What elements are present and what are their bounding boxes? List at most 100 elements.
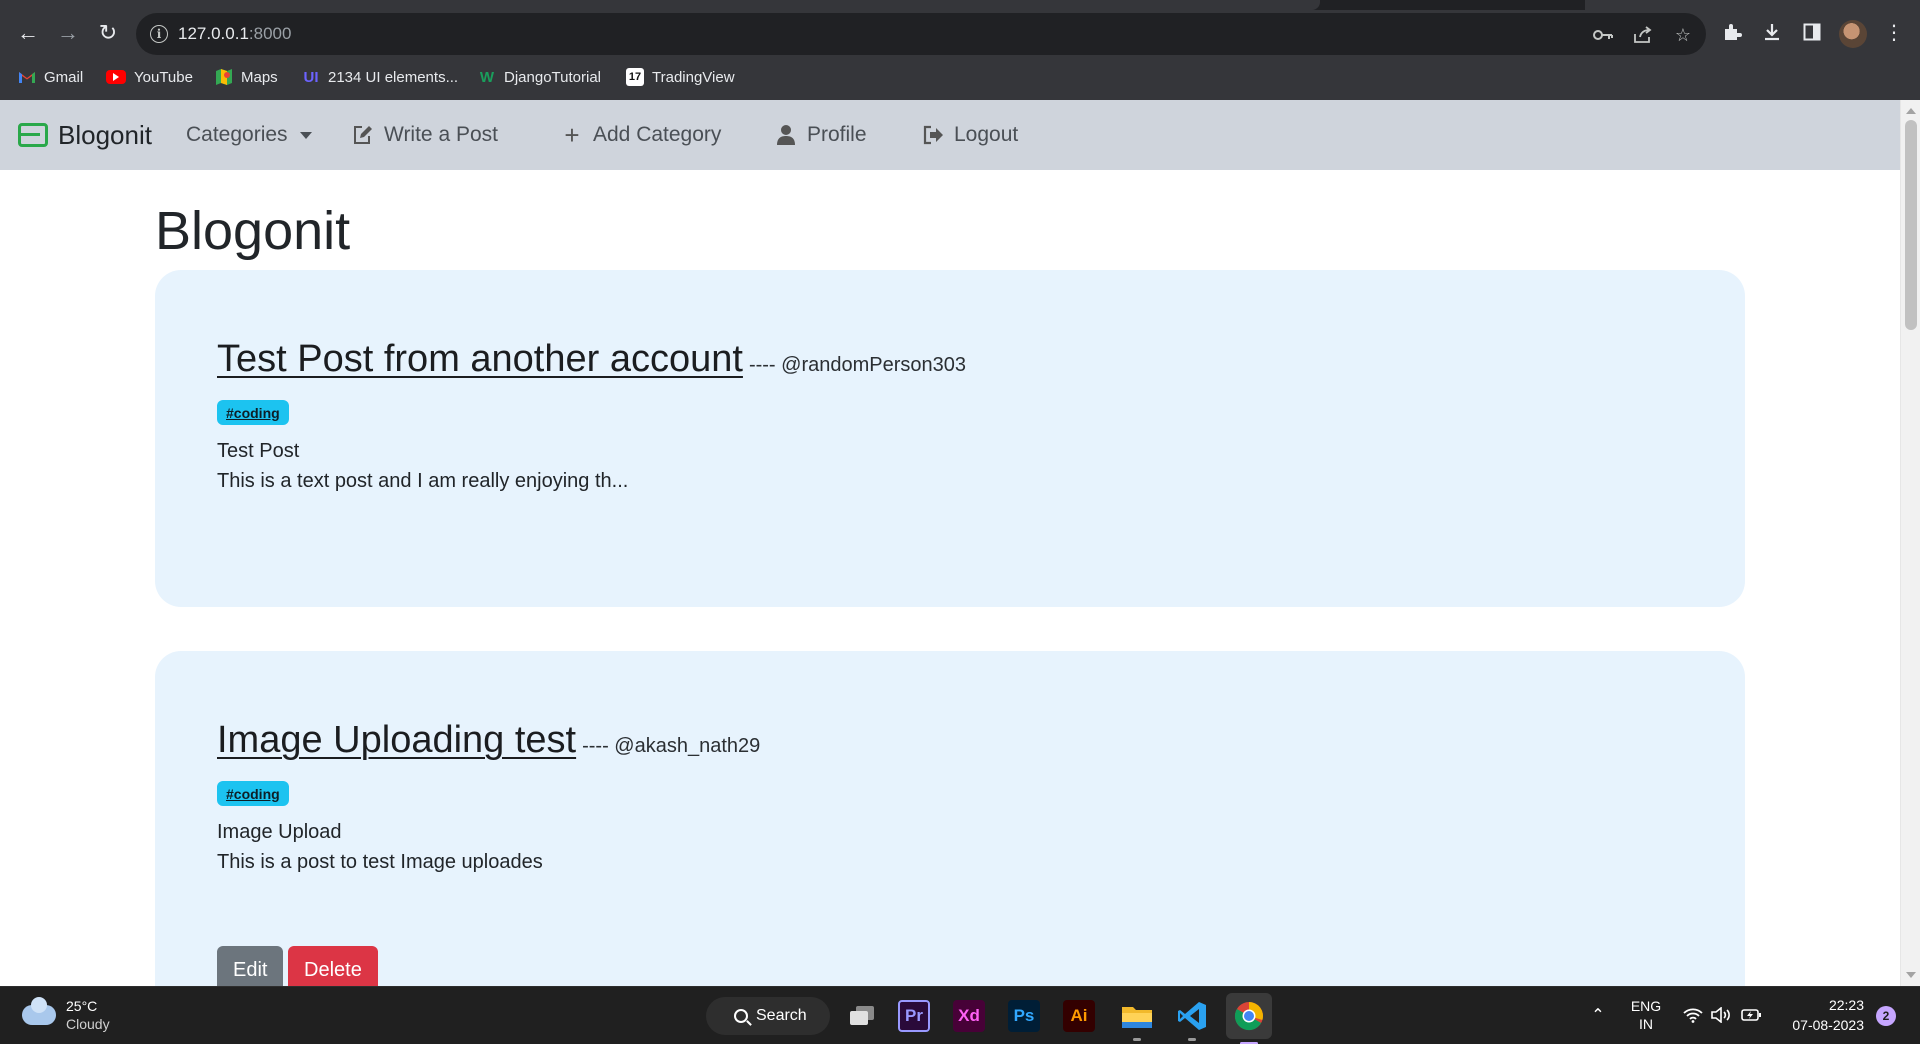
key-icon[interactable] bbox=[1591, 24, 1615, 46]
post-author: ---- @akash_nath29 bbox=[582, 735, 761, 757]
tag-badge[interactable]: #coding bbox=[217, 781, 289, 806]
photoshop-icon[interactable]: Ps bbox=[1008, 1000, 1040, 1032]
download-icon[interactable] bbox=[1757, 17, 1787, 47]
active-tab[interactable] bbox=[0, 0, 1320, 10]
premiere-pro-icon[interactable]: Pr bbox=[898, 1000, 930, 1032]
post-excerpt: This is a post to test Image uploades bbox=[217, 851, 543, 873]
scrollbar-thumb[interactable] bbox=[1905, 120, 1917, 330]
post-subtitle: Test Post bbox=[217, 440, 300, 462]
weather-condition: Cloudy bbox=[66, 1016, 110, 1032]
bookmark-tradingview[interactable]: 17 TradingView bbox=[626, 64, 735, 90]
adobe-xd-icon[interactable]: Xd bbox=[953, 1000, 985, 1032]
language-indicator[interactable]: ENG IN bbox=[1626, 997, 1666, 1033]
bookmarks-bar: Gmail YouTube Maps UI 2134 UI elements..… bbox=[0, 64, 1920, 90]
brand-name: Blogonit bbox=[58, 119, 152, 150]
logout-icon bbox=[922, 124, 944, 146]
logout-label: Logout bbox=[954, 123, 1019, 146]
post-author: ---- @randomPerson303 bbox=[748, 354, 966, 376]
vscode-icon[interactable] bbox=[1173, 997, 1211, 1041]
post-title-link[interactable]: Test Post from another account bbox=[217, 338, 743, 381]
inactive-tab[interactable] bbox=[1585, 0, 1920, 10]
user-icon bbox=[775, 124, 797, 146]
back-icon[interactable]: ← bbox=[12, 17, 44, 49]
browser-toolbar: ← → ↻ i 127.0.0.1:8000 ☆ ⋮ Gmail YouTube… bbox=[0, 0, 1920, 100]
bookmark-django-tutorial[interactable]: W DjangoTutorial bbox=[478, 64, 601, 90]
edit-icon bbox=[352, 124, 374, 146]
language-code: ENG bbox=[1630, 998, 1662, 1014]
volume-icon[interactable] bbox=[1711, 1005, 1733, 1025]
chevron-up-icon[interactable]: ⌃ bbox=[1588, 1005, 1608, 1025]
maps-icon bbox=[215, 68, 233, 86]
windows-taskbar: 25°C Cloudy Search Pr Xd Ps Ai ⌃ ENG IN bbox=[0, 986, 1920, 1044]
post-card: Test Post from another account ---- @ran… bbox=[155, 270, 1745, 607]
file-explorer-icon[interactable] bbox=[1118, 997, 1156, 1041]
site-info-icon[interactable]: i bbox=[150, 25, 168, 43]
blogonit-logo-icon bbox=[18, 123, 48, 147]
battery-charging-icon[interactable] bbox=[1741, 1005, 1763, 1025]
tag-badge[interactable]: #coding bbox=[217, 400, 289, 425]
bookmark-star-icon[interactable]: ☆ bbox=[1671, 24, 1695, 46]
tradingview-icon: 17 bbox=[626, 68, 644, 86]
address-bar[interactable]: i 127.0.0.1:8000 ☆ bbox=[136, 13, 1706, 55]
search-icon bbox=[734, 1009, 748, 1023]
windows-start-icon[interactable] bbox=[654, 997, 692, 1035]
address-url[interactable]: 127.0.0.1:8000 bbox=[178, 24, 291, 44]
categories-label: Categories bbox=[186, 123, 288, 146]
add-category-label: Add Category bbox=[593, 123, 722, 146]
plus-icon: + bbox=[564, 119, 580, 150]
site-navbar: Blogonit Categories Write a Post + Add C… bbox=[0, 100, 1900, 170]
wifi-icon[interactable] bbox=[1682, 1005, 1704, 1025]
ui-elements-icon: UI bbox=[303, 68, 319, 86]
tab-strip bbox=[0, 0, 1920, 10]
youtube-icon bbox=[106, 70, 126, 84]
logout-link[interactable]: Logout bbox=[922, 120, 1018, 150]
django-tutorial-icon: W bbox=[479, 68, 495, 86]
write-post-label: Write a Post bbox=[384, 123, 498, 146]
running-indicator bbox=[1188, 1038, 1196, 1041]
page-title: Blogonit bbox=[155, 201, 351, 261]
post-title-link[interactable]: Image Uploading test bbox=[217, 719, 576, 762]
profile-link[interactable]: Profile bbox=[775, 120, 867, 150]
clock[interactable]: 22:23 07-08-2023 bbox=[1774, 995, 1864, 1035]
add-category-link[interactable]: + Add Category bbox=[561, 120, 721, 150]
gmail-icon bbox=[18, 68, 36, 86]
notification-badge[interactable]: 2 bbox=[1876, 1006, 1896, 1026]
profile-avatar[interactable] bbox=[1839, 20, 1867, 48]
bookmark-youtube[interactable]: YouTube bbox=[106, 64, 193, 90]
bookmark-maps[interactable]: Maps bbox=[215, 64, 278, 90]
reload-icon[interactable]: ↻ bbox=[92, 17, 124, 49]
post-subtitle: Image Upload bbox=[217, 821, 342, 843]
bookmark-ui-elements[interactable]: UI 2134 UI elements... bbox=[302, 64, 459, 90]
cloud-icon bbox=[22, 997, 56, 1025]
post-excerpt: This is a text post and I am really enjo… bbox=[217, 470, 629, 492]
chrome-icon[interactable] bbox=[1226, 993, 1272, 1044]
write-post-link[interactable]: Write a Post bbox=[352, 120, 498, 150]
post-card: Image Uploading test ---- @akash_nath29 … bbox=[155, 651, 1745, 986]
page-viewport: Blogonit Categories Write a Post + Add C… bbox=[0, 100, 1900, 986]
caret-down-icon bbox=[299, 131, 312, 139]
categories-dropdown[interactable]: Categories bbox=[186, 120, 312, 150]
profile-label: Profile bbox=[807, 123, 867, 146]
page-scrollbar[interactable] bbox=[1900, 100, 1920, 986]
illustrator-icon[interactable]: Ai bbox=[1063, 1000, 1095, 1032]
menu-kebab-icon[interactable]: ⋮ bbox=[1879, 17, 1909, 47]
weather-temperature: 25°C bbox=[66, 998, 98, 1014]
taskbar-search[interactable]: Search bbox=[706, 997, 830, 1035]
side-panel-icon[interactable] bbox=[1797, 17, 1827, 47]
extensions-icon[interactable] bbox=[1717, 17, 1747, 47]
weather-widget[interactable]: 25°C Cloudy bbox=[22, 997, 110, 1033]
clock-date: 07-08-2023 bbox=[1792, 1017, 1864, 1033]
share-icon[interactable] bbox=[1631, 24, 1655, 46]
scroll-down-icon[interactable] bbox=[1906, 972, 1916, 978]
brand-link[interactable]: Blogonit bbox=[18, 118, 152, 152]
delete-button[interactable]: Delete bbox=[288, 946, 378, 986]
running-indicator bbox=[1133, 1038, 1141, 1041]
clock-time: 22:23 bbox=[1828, 997, 1864, 1013]
region-code: IN bbox=[1639, 1016, 1653, 1032]
bookmark-gmail[interactable]: Gmail bbox=[18, 64, 83, 90]
scroll-up-icon[interactable] bbox=[1906, 108, 1916, 114]
forward-icon[interactable]: → bbox=[52, 17, 84, 49]
task-view-icon[interactable] bbox=[843, 997, 881, 1035]
edit-button[interactable]: Edit bbox=[217, 946, 284, 986]
search-label: Search bbox=[756, 1007, 807, 1024]
